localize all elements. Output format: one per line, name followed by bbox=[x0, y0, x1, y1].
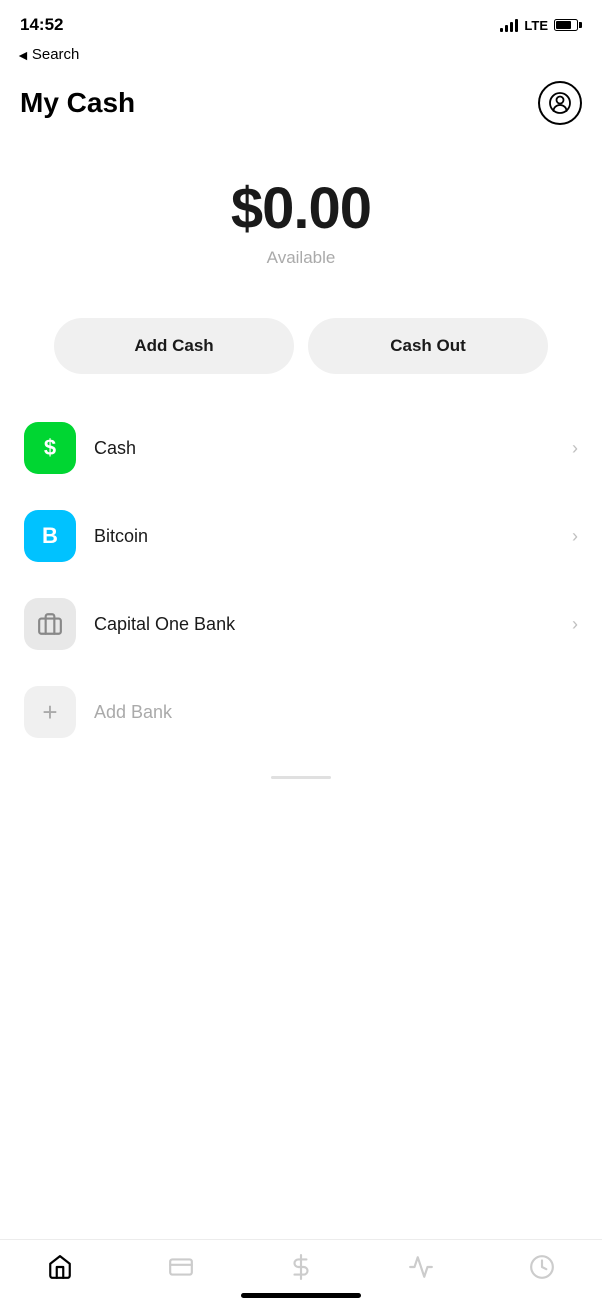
bitcoin-label: Bitcoin bbox=[94, 526, 572, 547]
bitcoin-icon: B bbox=[42, 523, 58, 549]
cash-icon-bg: $ bbox=[24, 422, 76, 474]
action-buttons: Add Cash Cash Out bbox=[0, 288, 602, 384]
home-indicator bbox=[241, 1293, 361, 1298]
dollar-icon bbox=[288, 1254, 314, 1280]
list-section: $ Cash › B Bitcoin › Capital One Bank › … bbox=[0, 384, 602, 756]
add-bank-plus-icon: + bbox=[42, 697, 57, 728]
nav-card[interactable] bbox=[158, 1250, 204, 1284]
bitcoin-chevron-icon: › bbox=[572, 526, 578, 547]
nav-activity[interactable] bbox=[398, 1250, 444, 1284]
bank-list-item[interactable]: Capital One Bank › bbox=[0, 580, 602, 668]
balance-amount: $0.00 bbox=[20, 175, 582, 242]
lte-label: LTE bbox=[524, 18, 548, 33]
page-header: My Cash bbox=[0, 71, 602, 135]
battery-icon bbox=[554, 19, 582, 31]
profile-button[interactable] bbox=[538, 81, 582, 125]
profile-icon bbox=[548, 91, 572, 115]
balance-label: Available bbox=[20, 248, 582, 268]
cash-icon: $ bbox=[44, 435, 56, 461]
cash-out-button[interactable]: Cash Out bbox=[308, 318, 548, 374]
cash-chevron-icon: › bbox=[572, 438, 578, 459]
balance-section: $0.00 Available bbox=[0, 135, 602, 288]
page-title: My Cash bbox=[20, 87, 135, 119]
bank-icon bbox=[37, 611, 63, 637]
add-bank-label: Add Bank bbox=[94, 702, 578, 723]
signal-icon bbox=[500, 18, 518, 32]
back-nav[interactable]: ◄ Search bbox=[0, 44, 602, 71]
nav-home[interactable] bbox=[37, 1250, 83, 1284]
cash-list-item[interactable]: $ Cash › bbox=[0, 404, 602, 492]
status-bar: 14:52 LTE bbox=[0, 0, 602, 44]
add-bank-icon-bg: + bbox=[24, 686, 76, 738]
bank-chevron-icon: › bbox=[572, 614, 578, 635]
bitcoin-icon-bg: B bbox=[24, 510, 76, 562]
status-icons: LTE bbox=[500, 18, 582, 33]
status-time: 14:52 bbox=[20, 15, 63, 35]
activity-icon bbox=[408, 1254, 434, 1280]
card-icon bbox=[168, 1254, 194, 1280]
cash-label: Cash bbox=[94, 438, 572, 459]
bitcoin-list-item[interactable]: B Bitcoin › bbox=[0, 492, 602, 580]
nav-clock[interactable] bbox=[519, 1250, 565, 1284]
back-label: Search bbox=[32, 46, 80, 63]
drag-handle bbox=[0, 776, 602, 779]
home-icon bbox=[47, 1254, 73, 1280]
add-cash-button[interactable]: Add Cash bbox=[54, 318, 294, 374]
clock-icon bbox=[529, 1254, 555, 1280]
nav-dollar[interactable] bbox=[278, 1250, 324, 1284]
add-bank-list-item[interactable]: + Add Bank bbox=[0, 668, 602, 756]
bank-icon-bg bbox=[24, 598, 76, 650]
bank-label: Capital One Bank bbox=[94, 614, 572, 635]
back-chevron-icon: ◄ bbox=[16, 47, 30, 63]
